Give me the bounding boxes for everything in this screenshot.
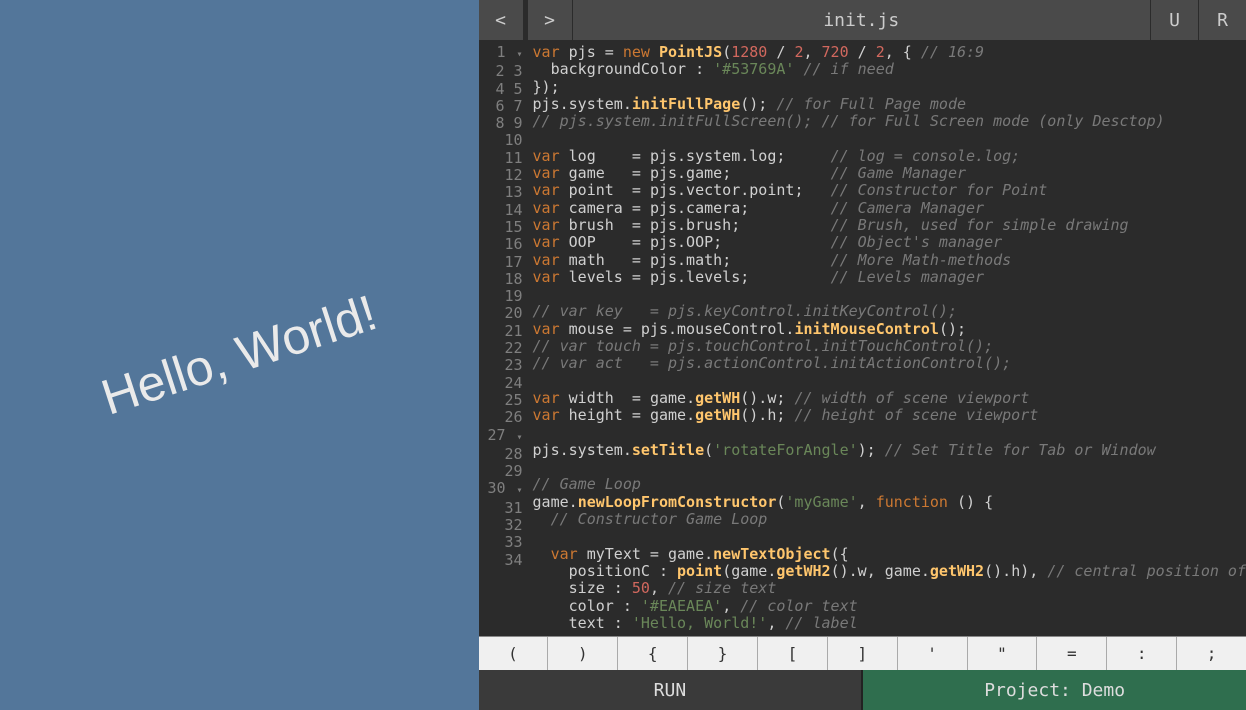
code-editor[interactable]: 1 ▾ 2 3 4 5 6 7 8 9 10 11 12 13 14 15 16… <box>479 40 1246 636</box>
symbol-button[interactable]: } <box>688 637 758 670</box>
preview-text: Hello, World! <box>95 283 384 426</box>
project-button[interactable]: Project: Demo <box>861 670 1246 710</box>
undo-button[interactable]: U <box>1150 0 1198 40</box>
run-button[interactable]: RUN <box>479 670 862 710</box>
line-gutter: 1 ▾ 2 3 4 5 6 7 8 9 10 11 12 13 14 15 16… <box>479 40 531 636</box>
game-preview[interactable]: Hello, World! <box>0 0 479 710</box>
symbol-button[interactable]: ] <box>828 637 898 670</box>
file-tab[interactable]: init.js <box>573 0 1150 40</box>
symbol-button[interactable]: { <box>618 637 688 670</box>
nav-back-button[interactable]: < <box>479 0 524 40</box>
redo-button[interactable]: R <box>1198 0 1246 40</box>
symbol-button[interactable]: ( <box>479 637 549 670</box>
code-content[interactable]: var pjs = new PointJS(1280 / 2, 720 / 2,… <box>531 40 1246 636</box>
symbol-button[interactable]: " <box>968 637 1038 670</box>
nav-forward-button[interactable]: > <box>528 0 573 40</box>
symbol-button[interactable]: ) <box>548 637 618 670</box>
footer-bar: RUN Project: Demo <box>479 670 1246 710</box>
symbol-button[interactable]: = <box>1037 637 1107 670</box>
editor-pane: < > init.js U R 1 ▾ 2 3 4 5 6 7 8 9 10 1… <box>479 0 1246 710</box>
symbol-button[interactable]: : <box>1107 637 1177 670</box>
tab-bar: < > init.js U R <box>479 0 1246 40</box>
symbol-toolbar: (){}[]'"=:; <box>479 636 1246 670</box>
symbol-button[interactable]: ' <box>898 637 968 670</box>
symbol-button[interactable]: [ <box>758 637 828 670</box>
symbol-button[interactable]: ; <box>1177 637 1246 670</box>
